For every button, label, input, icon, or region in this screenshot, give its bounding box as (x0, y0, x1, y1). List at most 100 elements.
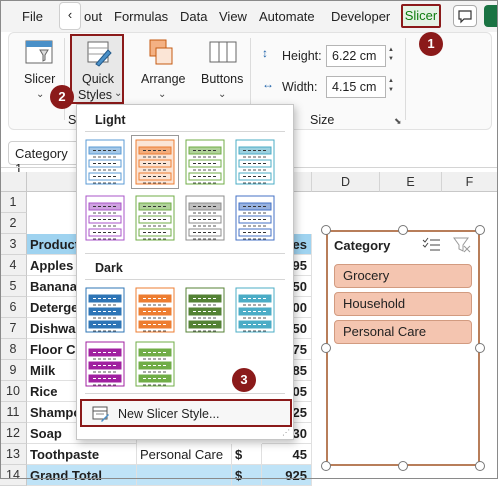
row-header[interactable]: 6 (0, 297, 27, 318)
slicer-style-preview-icon (135, 287, 175, 333)
multi-select-icon[interactable] (422, 237, 442, 253)
row-header[interactable]: 11 (0, 402, 27, 423)
dark-style-swatch[interactable] (185, 287, 225, 333)
buttons-button[interactable]: Buttons (201, 72, 243, 86)
dark-style-swatch[interactable] (85, 341, 125, 387)
separator (85, 279, 285, 280)
resize-grip-icon[interactable]: ⋰ (282, 428, 290, 437)
tab-layout-partial[interactable]: out (84, 9, 102, 24)
separator (85, 131, 285, 132)
row-header[interactable]: 14 (0, 465, 27, 486)
light-style-swatch[interactable] (185, 195, 225, 241)
quick-styles-gallery: Light Dark New Slicer Style... ⋰ (76, 104, 294, 440)
width-field[interactable]: 4.15 cm (326, 76, 386, 98)
comment-icon (458, 10, 472, 24)
grand-total-label[interactable]: Grand Total (27, 465, 137, 486)
slicer-item-grocery[interactable]: Grocery (334, 264, 472, 288)
resize-handle[interactable] (398, 461, 408, 471)
name-box[interactable]: Category 1 (8, 141, 80, 176)
width-icon: ↔ (262, 77, 274, 91)
separator (85, 253, 285, 254)
new-slicer-style-label: New Slicer Style... (118, 407, 220, 421)
resize-handle[interactable] (398, 225, 408, 235)
tab-formulas[interactable]: Formulas (114, 9, 168, 24)
height-spinner[interactable]: ▲ ▼ (388, 46, 396, 66)
product-cell[interactable]: Toothpaste (27, 444, 137, 465)
slicer-style-preview-icon (85, 195, 125, 241)
row-header[interactable]: 4 (0, 255, 27, 276)
buttons-icon[interactable] (208, 38, 238, 68)
dark-style-swatch[interactable] (235, 287, 275, 333)
column-header-f[interactable]: F (442, 172, 498, 192)
light-style-swatch[interactable] (235, 139, 275, 185)
column-header-d[interactable]: D (312, 172, 380, 192)
sales-cell[interactable]: 45 (262, 444, 312, 465)
grand-total-currency[interactable]: $ (232, 465, 262, 486)
ribbon-divider (405, 38, 406, 120)
scroll-tabs-left-button[interactable]: ‹ (59, 2, 81, 30)
category-slicer[interactable]: Category Grocery Household Personal Care (326, 230, 480, 466)
tab-data[interactable]: Data (180, 9, 207, 24)
chevron-down-icon: ⌄ (218, 89, 227, 100)
tab-developer[interactable]: Developer (331, 9, 390, 24)
callout-3: 3 (232, 368, 256, 392)
row-header[interactable]: 8 (0, 339, 27, 360)
category-cell[interactable]: Personal Care (137, 444, 232, 465)
grand-total-value[interactable]: 925 (262, 465, 312, 486)
grand-total-blank[interactable] (137, 465, 232, 486)
tab-automate[interactable]: Automate (259, 9, 315, 24)
resize-handle[interactable] (475, 225, 485, 235)
width-spinner[interactable]: ▲ ▼ (388, 77, 396, 97)
tab-file[interactable]: File (22, 9, 43, 24)
height-label: Height: (282, 49, 322, 63)
slicer-item-household[interactable]: Household (334, 292, 472, 316)
dark-style-swatch[interactable] (135, 287, 175, 333)
light-style-swatch[interactable] (131, 135, 179, 189)
width-label: Width: (282, 80, 318, 94)
arrange-icon[interactable] (146, 38, 176, 68)
light-style-swatch[interactable] (135, 195, 175, 241)
row-header[interactable]: 1 (0, 192, 27, 213)
row-header[interactable]: 13 (0, 444, 27, 465)
resize-handle[interactable] (475, 461, 485, 471)
row-header[interactable]: 10 (0, 381, 27, 402)
row-header[interactable]: 12 (0, 423, 27, 444)
clear-filter-icon[interactable] (452, 236, 472, 254)
row-header[interactable]: 9 (0, 360, 27, 381)
resize-handle[interactable] (321, 225, 331, 235)
row-header[interactable]: 7 (0, 318, 27, 339)
height-field[interactable]: 6.22 cm (326, 45, 386, 67)
dark-style-swatch[interactable] (85, 287, 125, 333)
light-style-swatch[interactable] (85, 195, 125, 241)
tab-view[interactable]: View (219, 9, 247, 24)
currency-cell[interactable]: $ (232, 444, 262, 465)
dialog-launcher-icon[interactable]: ⬊ (394, 116, 402, 127)
slicer-style-preview-icon (185, 139, 225, 185)
resize-handle[interactable] (321, 343, 331, 353)
slicer-settings-icon[interactable] (22, 38, 58, 68)
row-header[interactable]: 3 (0, 234, 27, 255)
quick-styles-icon (87, 41, 112, 67)
select-all-corner[interactable] (0, 172, 27, 192)
light-style-swatch[interactable] (185, 139, 225, 185)
slicer-style-preview-icon (135, 139, 175, 185)
slicer-button-label[interactable]: Slicer (24, 72, 55, 86)
dark-style-swatch[interactable] (135, 341, 175, 387)
resize-handle[interactable] (475, 343, 485, 353)
comments-button[interactable] (453, 5, 477, 27)
new-slicer-style-button[interactable]: New Slicer Style... (80, 399, 292, 427)
chevron-down-icon: ⌄ (158, 89, 167, 100)
light-style-swatch[interactable] (235, 195, 275, 241)
light-style-swatch[interactable] (85, 139, 125, 185)
chevron-down-icon: ⌄ (36, 89, 45, 100)
arrange-button[interactable]: Arrange (141, 72, 185, 86)
menu-bar: File ‹ out Formulas Data View Automate D… (0, 0, 498, 32)
tab-slicer[interactable]: Slicer (401, 4, 441, 28)
resize-handle[interactable] (321, 461, 331, 471)
column-header-e[interactable]: E (380, 172, 442, 192)
slicer-item-personal-care[interactable]: Personal Care (334, 320, 472, 344)
share-button[interactable] (484, 5, 498, 27)
row-header[interactable]: 5 (0, 276, 27, 297)
row-header[interactable]: 2 (0, 213, 27, 234)
quick-styles-button[interactable]: Quick Styles ⌄ (70, 34, 124, 104)
